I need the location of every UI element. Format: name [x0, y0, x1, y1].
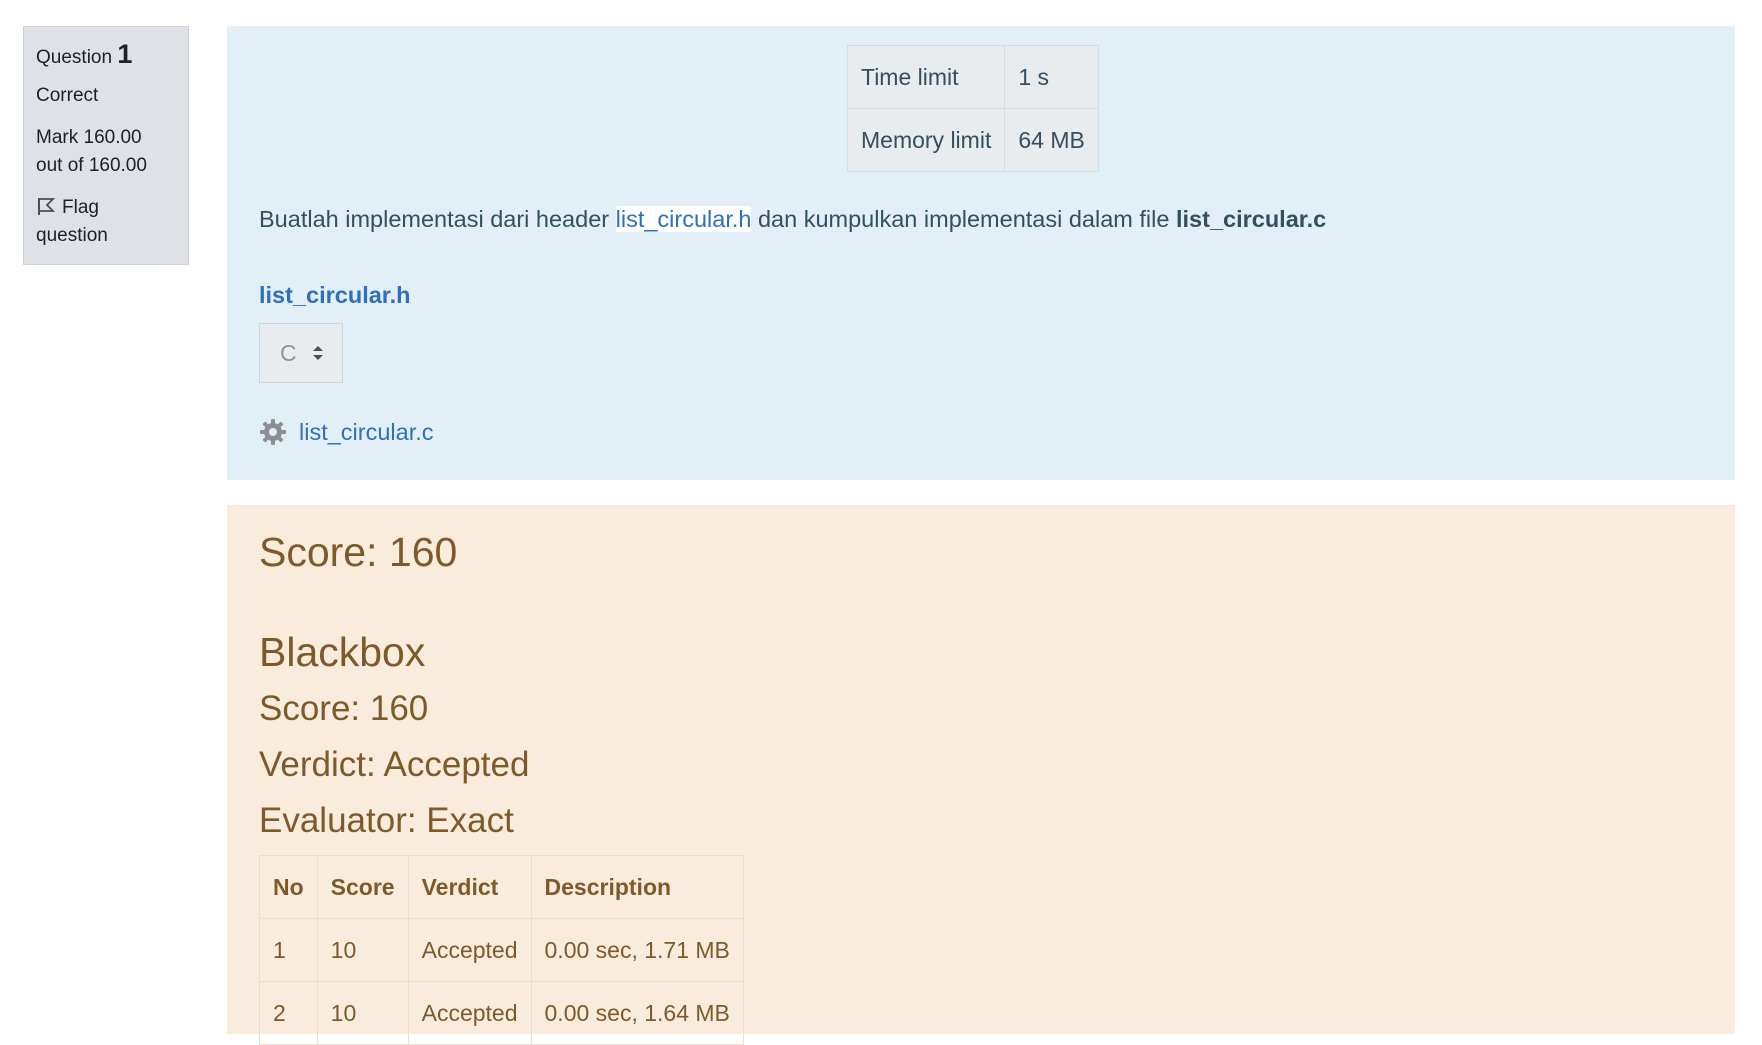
column-header: Description — [530, 855, 744, 919]
flag-icon[interactable] — [36, 196, 56, 216]
header-inline-link[interactable]: list_circular.h — [615, 206, 752, 232]
cell-verdict: Accepted — [407, 981, 532, 1045]
grade-out-of: out of 160.00 — [36, 155, 147, 176]
table-row: 2 10 Accepted 0.00 sec, 1.64 MB — [259, 981, 744, 1045]
question-formulation: Time limit 1 s Memory limit 64 MB Buatla… — [227, 26, 1735, 480]
limits-table: Time limit 1 s Memory limit 64 MB — [846, 45, 1099, 172]
limit-label: Time limit — [846, 45, 1006, 109]
header-file-link[interactable]: list_circular.h — [259, 282, 411, 309]
limit-label: Memory limit — [846, 108, 1006, 172]
column-header: No — [259, 855, 318, 919]
question-file-name: list_circular.c — [1175, 206, 1327, 232]
flag-question-button[interactable]: Flag question — [36, 194, 176, 250]
cell-description: 0.00 sec, 1.64 MB — [530, 981, 744, 1045]
section-evaluator: Evaluator: Exact — [259, 801, 514, 840]
section-score: Score: 160 — [259, 689, 429, 728]
flag-label-line1[interactable]: Flag — [62, 197, 99, 218]
results-table: No Score Verdict Description 1 10 Accept… — [259, 855, 744, 1045]
cell-description: 0.00 sec, 1.71 MB — [530, 918, 744, 982]
question-grade: Mark 160.00 out of 160.00 — [36, 124, 176, 180]
question-number-value: 1 — [117, 39, 133, 69]
cell-no: 2 — [259, 981, 318, 1045]
total-score: Score: 160 — [259, 529, 458, 575]
table-row: Memory limit 64 MB — [846, 108, 1099, 172]
answer-file-link[interactable]: list_circular.c — [259, 418, 434, 446]
section-title: Blackbox — [259, 629, 426, 675]
question-number: Question 1 — [36, 40, 176, 72]
question-text-middle: dan kumpulkan implementasi dalam file — [757, 206, 1170, 232]
limit-value: 1 s — [1004, 45, 1099, 109]
table-row: Time limit 1 s — [846, 45, 1099, 109]
column-header: Verdict — [407, 855, 532, 919]
select-arrows-icon[interactable] — [312, 344, 324, 362]
flag-label-line2[interactable]: question — [36, 225, 108, 246]
question-info-panel: Question 1 Correct Mark 160.00 out of 16… — [23, 26, 189, 265]
question-label: Question — [36, 47, 113, 68]
cell-score: 10 — [316, 981, 409, 1045]
question-state: Correct — [36, 85, 99, 106]
table-row: 1 10 Accepted 0.00 sec, 1.71 MB — [259, 918, 744, 982]
section-verdict: Verdict: Accepted — [259, 745, 530, 784]
answer-file-name[interactable]: list_circular.c — [299, 419, 434, 446]
language-selected-value[interactable]: C — [280, 340, 297, 366]
column-header: Score — [316, 855, 409, 919]
question-text: Buatlah implementasi dari header list_ci… — [259, 206, 1326, 233]
cell-verdict: Accepted — [407, 918, 532, 982]
gear-icon — [260, 419, 286, 445]
feedback-panel: Score: 160 Blackbox Score: 160 Verdict: … — [227, 505, 1735, 1045]
cell-score: 10 — [316, 918, 409, 982]
table-header-row: No Score Verdict Description — [259, 855, 744, 919]
language-select[interactable]: C — [259, 323, 343, 383]
limit-value: 64 MB — [1004, 108, 1099, 172]
grade-mark: Mark 160.00 — [36, 127, 142, 148]
question-text-prefix: Buatlah implementasi dari header — [259, 206, 610, 232]
cell-no: 1 — [259, 918, 318, 982]
